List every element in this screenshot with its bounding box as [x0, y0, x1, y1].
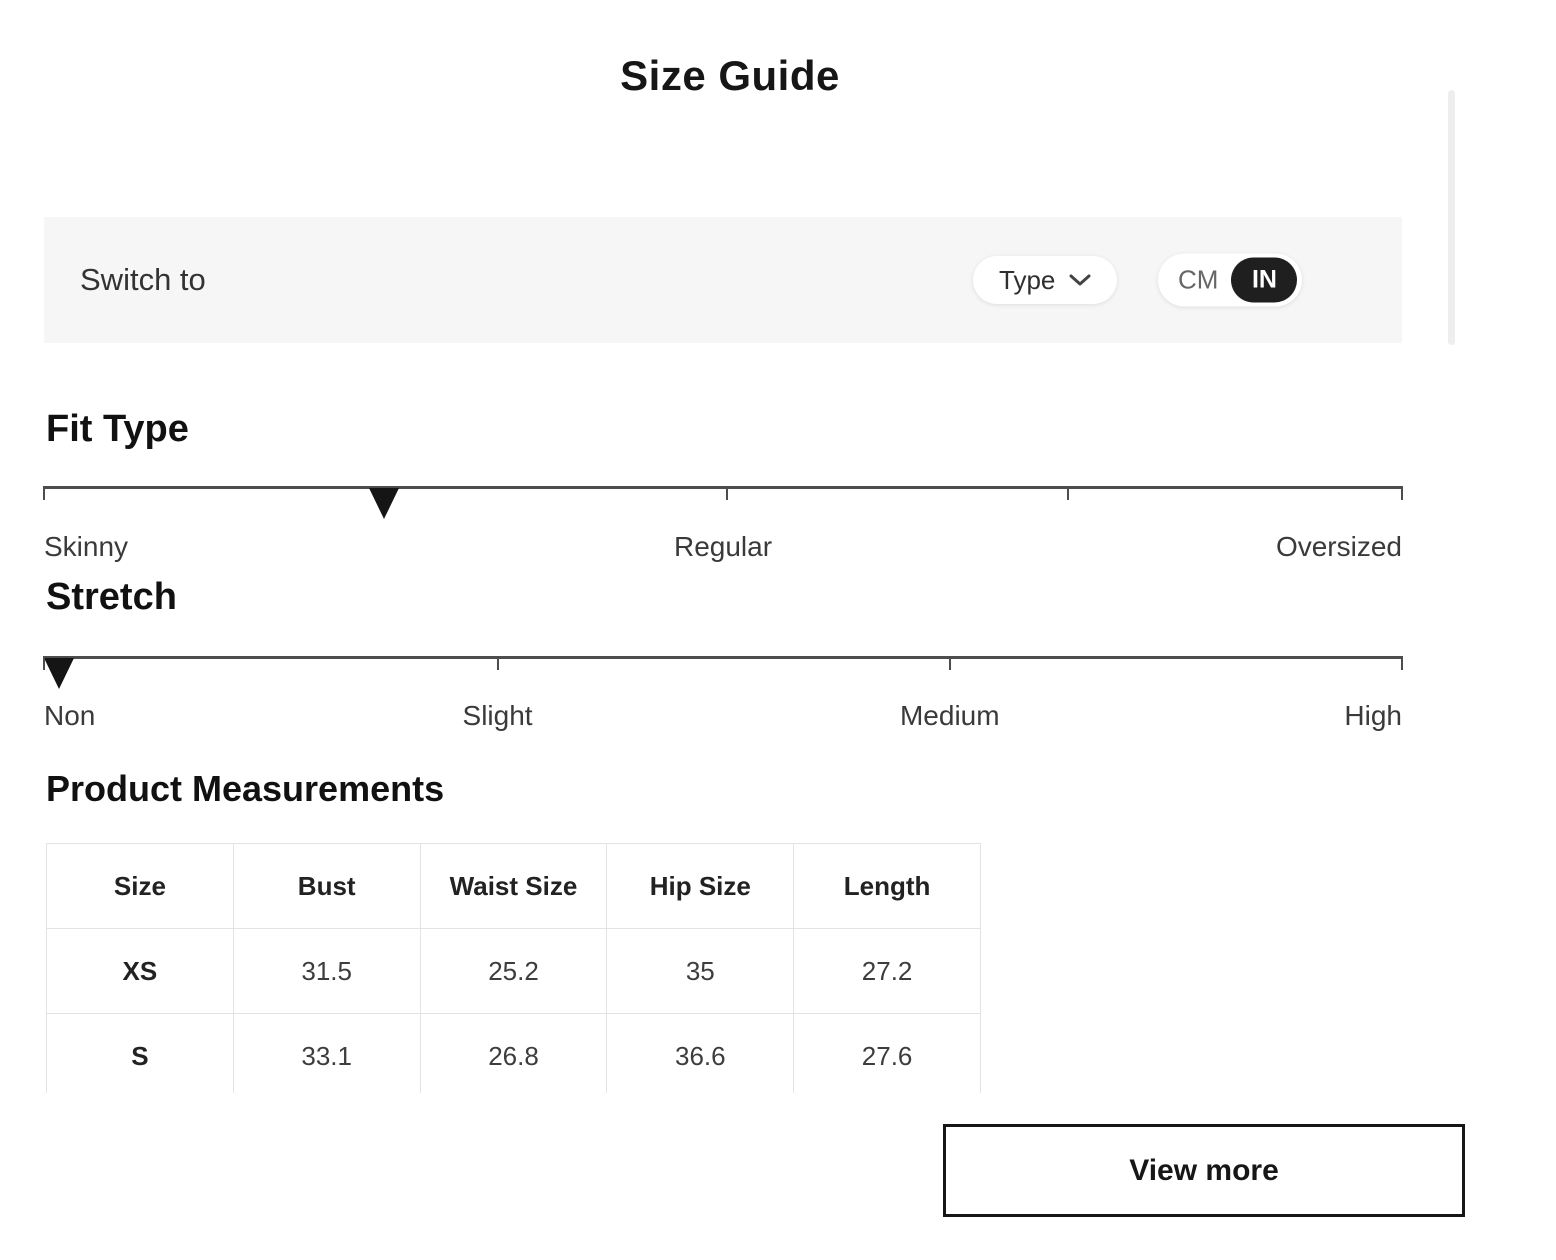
fit-type-heading: Fit Type: [46, 410, 189, 450]
stretch-heading: Stretch: [46, 578, 177, 618]
type-dropdown-label: Type: [999, 265, 1055, 296]
column-header-waist: Waist Size: [420, 844, 607, 929]
stretch-marker: [44, 658, 74, 689]
fit-type-label-regular: Regular: [674, 531, 772, 563]
column-header-size: Size: [47, 844, 234, 929]
unit-in-option[interactable]: IN: [1231, 258, 1297, 303]
cell-size: XS: [47, 929, 234, 1014]
stretch-label-non: Non: [44, 700, 95, 732]
table-row: XS 31.5 25.2 35 27.2: [47, 929, 981, 1014]
slider-tick: [949, 656, 951, 670]
fit-type-track: [44, 486, 1402, 489]
measurements-table: Size Bust Waist Size Hip Size Length XS …: [46, 843, 981, 1093]
fit-type-label-oversized: Oversized: [1276, 531, 1402, 563]
slider-tick: [43, 486, 45, 500]
cell-waist: 26.8: [420, 1014, 607, 1094]
page-title: Size Guide: [0, 52, 1460, 100]
slider-tick: [1067, 486, 1069, 500]
unit-cm-option[interactable]: CM: [1178, 265, 1218, 296]
cell-waist: 25.2: [420, 929, 607, 1014]
slider-tick: [497, 656, 499, 670]
fit-type-label-skinny: Skinny: [44, 531, 128, 563]
unit-toggle[interactable]: CM IN: [1158, 254, 1302, 307]
measurements-table-wrap: Size Bust Waist Size Hip Size Length XS …: [46, 843, 982, 1093]
fit-type-marker: [369, 488, 399, 519]
type-dropdown[interactable]: Type: [973, 256, 1117, 304]
stretch-label-slight: Slight: [463, 700, 533, 732]
column-header-length: Length: [794, 844, 981, 929]
view-more-label: View more: [1129, 1154, 1279, 1188]
switch-to-label: Switch to: [80, 262, 206, 298]
slider-tick: [1401, 486, 1403, 500]
cell-bust: 31.5: [233, 929, 420, 1014]
view-more-button[interactable]: View more: [943, 1124, 1465, 1217]
slider-tick: [43, 656, 45, 670]
stretch-label-high: High: [1344, 700, 1402, 732]
switch-bar: Switch to Type CM IN: [44, 217, 1402, 343]
cell-size: S: [47, 1014, 234, 1094]
stretch-label-medium: Medium: [900, 700, 1000, 732]
size-guide-modal: Size Guide Switch to Type CM IN Fit Type…: [0, 0, 1556, 1260]
cell-hip: 35: [607, 929, 794, 1014]
product-measurements-heading: Product Measurements: [46, 770, 444, 808]
slider-tick: [1401, 656, 1403, 670]
cell-length: 27.6: [794, 1014, 981, 1094]
table-header-row: Size Bust Waist Size Hip Size Length: [47, 844, 981, 929]
chevron-down-icon: [1069, 273, 1091, 287]
column-header-bust: Bust: [233, 844, 420, 929]
cell-hip: 36.6: [607, 1014, 794, 1094]
cell-length: 27.2: [794, 929, 981, 1014]
slider-tick: [726, 486, 728, 500]
table-row: S 33.1 26.8 36.6 27.6: [47, 1014, 981, 1094]
stretch-slider: Non Slight Medium High: [44, 656, 1402, 742]
column-header-hip: Hip Size: [607, 844, 794, 929]
scrollbar-thumb[interactable]: [1448, 90, 1455, 345]
cell-bust: 33.1: [233, 1014, 420, 1094]
stretch-track: [44, 656, 1402, 659]
fit-type-slider: Skinny Regular Oversized: [44, 486, 1402, 572]
